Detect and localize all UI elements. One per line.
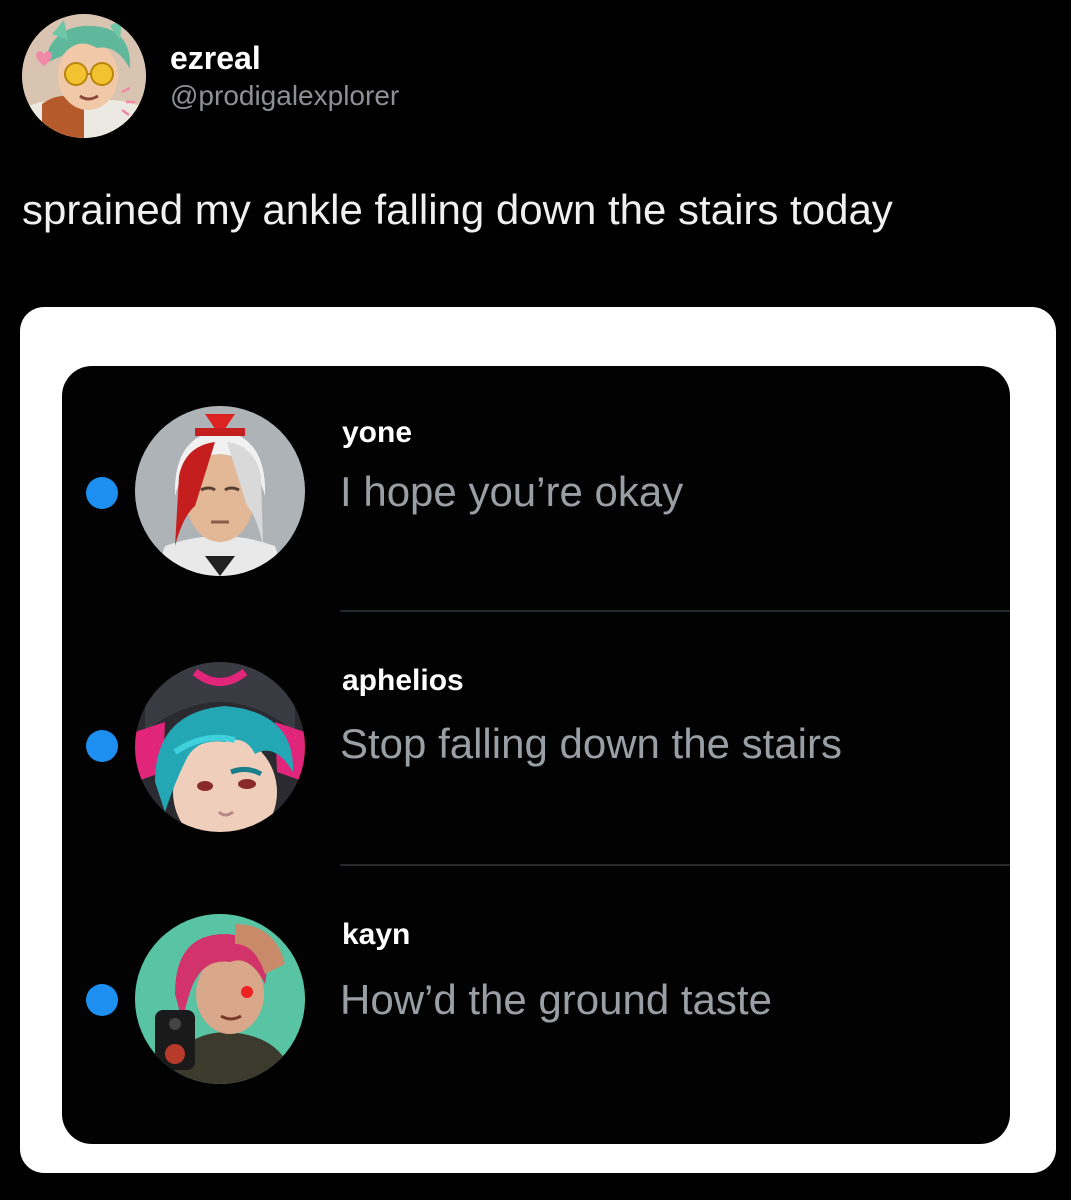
message-row-yone[interactable]: yone I hope you’re okay <box>62 366 1010 616</box>
author-display-name[interactable]: ezreal <box>170 38 399 78</box>
message-row-kayn[interactable]: kayn How’d the ground taste <box>62 866 1010 1116</box>
yone-avatar-icon[interactable] <box>135 406 305 576</box>
unread-dot <box>86 730 118 762</box>
message-preview: Stop falling down the stairs <box>340 720 842 767</box>
kayn-avatar-icon[interactable] <box>135 914 305 1084</box>
post-text: sprained my ankle falling down the stair… <box>22 186 893 233</box>
aphelios-avatar-icon[interactable] <box>135 662 305 832</box>
unread-dot <box>86 984 118 1016</box>
row-divider <box>340 610 1010 612</box>
message-inbox: yone I hope you’re okay aphelios Stop fa… <box>62 366 1010 1144</box>
sender-name: aphelios <box>342 664 464 697</box>
post-header: ezreal @prodigalexplorer <box>22 14 399 138</box>
post-author: ezreal @prodigalexplorer <box>170 38 399 114</box>
sender-name: yone <box>342 416 413 449</box>
ezreal-avatar-icon[interactable] <box>22 14 146 138</box>
message-preview: I hope you’re okay <box>340 468 684 515</box>
embedded-image-card[interactable]: yone I hope you’re okay aphelios Stop fa… <box>20 307 1056 1173</box>
message-preview: How’d the ground taste <box>340 976 772 1023</box>
message-row-aphelios[interactable]: aphelios Stop falling down the stairs <box>62 620 1010 870</box>
sender-name: kayn <box>342 918 411 951</box>
author-handle[interactable]: @prodigalexplorer <box>170 78 399 114</box>
unread-dot <box>86 477 118 509</box>
